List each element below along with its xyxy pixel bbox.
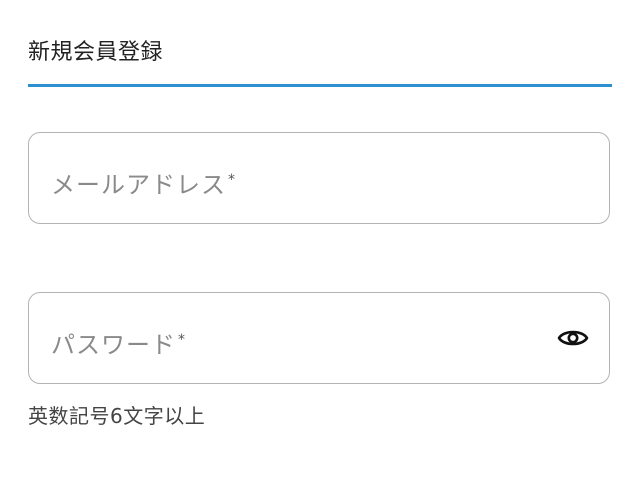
email-label-text: メールアドレス <box>51 171 226 199</box>
required-mark: * <box>228 172 236 188</box>
password-hint: 英数記号6文字以上 <box>28 404 206 428</box>
email-label: メールアドレス * <box>51 165 236 200</box>
eye-icon[interactable] <box>557 327 589 349</box>
required-mark: * <box>178 332 186 348</box>
password-label-text: パスワード <box>51 331 176 359</box>
password-field[interactable]: パスワード * <box>28 292 610 384</box>
password-label: パスワード * <box>51 325 186 360</box>
email-field[interactable]: メールアドレス * <box>28 132 610 224</box>
tab-title: 新規会員登録 <box>28 40 164 65</box>
tab-active-indicator <box>28 84 612 87</box>
